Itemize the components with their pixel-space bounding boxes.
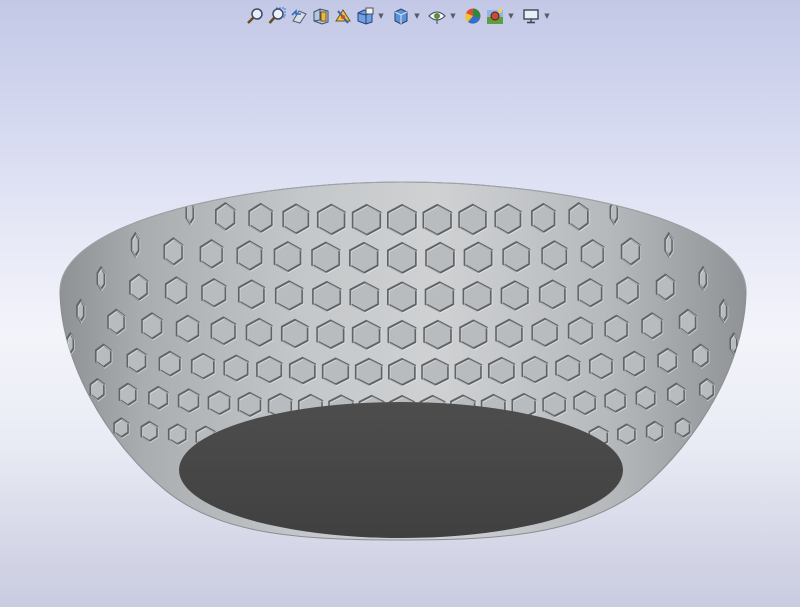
hide-show-items-icon — [428, 11, 446, 24]
graphics-viewport[interactable] — [0, 0, 800, 607]
zoom-to-area-icon — [268, 7, 286, 24]
view-orientation-dropdown-caret[interactable]: ▼ — [376, 5, 386, 27]
hexagon-cutout-highlight — [63, 401, 70, 419]
hide-show-items-button[interactable] — [426, 5, 448, 27]
bowl-inner-floor[interactable] — [179, 402, 623, 538]
display-style-button[interactable] — [390, 5, 412, 27]
display-style-icon — [394, 8, 408, 25]
hexagon-cutout — [62, 365, 71, 387]
heads-up-view-toolbar: ▼ ▼ ▼ ▼ ▼ — [244, 4, 552, 28]
hexagon-cutout-highlight — [734, 367, 742, 388]
apply-scene-icon — [487, 9, 503, 24]
zoom-to-fit-button[interactable] — [244, 5, 266, 27]
previous-view-icon — [291, 9, 307, 24]
hexagon-cutout — [704, 412, 718, 433]
hexagon-cutout — [735, 399, 743, 419]
hexagon-cutout — [61, 399, 69, 419]
view-settings-icon — [523, 9, 539, 24]
section-view-button[interactable] — [310, 5, 332, 27]
section-view-icon — [313, 8, 329, 25]
hexagon-cutout-highlight — [736, 401, 743, 419]
edit-appearance-icon — [465, 8, 481, 24]
hexagon-cutout-highlight — [64, 367, 72, 388]
dynamic-annotation-icon — [335, 9, 351, 24]
view-settings-button[interactable] — [520, 5, 542, 27]
view-settings-dropdown-caret[interactable]: ▼ — [542, 5, 552, 27]
dynamic-annotation-views-button[interactable] — [332, 5, 354, 27]
hexagon-cutout — [86, 412, 100, 433]
view-orientation-button[interactable] — [354, 5, 376, 27]
hexagon-cutout-highlight — [87, 414, 101, 434]
view-orientation-icon — [357, 7, 374, 25]
display-style-dropdown-caret[interactable]: ▼ — [412, 5, 422, 27]
zoom-to-fit-icon — [247, 8, 263, 24]
apply-scene-dropdown-caret[interactable]: ▼ — [506, 5, 516, 27]
model-bowl[interactable] — [0, 0, 800, 607]
hexagon-cutout — [733, 365, 742, 387]
hide-show-items-dropdown-caret[interactable]: ▼ — [448, 5, 458, 27]
apply-scene-button[interactable] — [484, 5, 506, 27]
hexagon-cutout-highlight — [705, 414, 719, 434]
zoom-to-area-button[interactable] — [266, 5, 288, 27]
previous-view-button[interactable] — [288, 5, 310, 27]
edit-appearance-button[interactable] — [462, 5, 484, 27]
